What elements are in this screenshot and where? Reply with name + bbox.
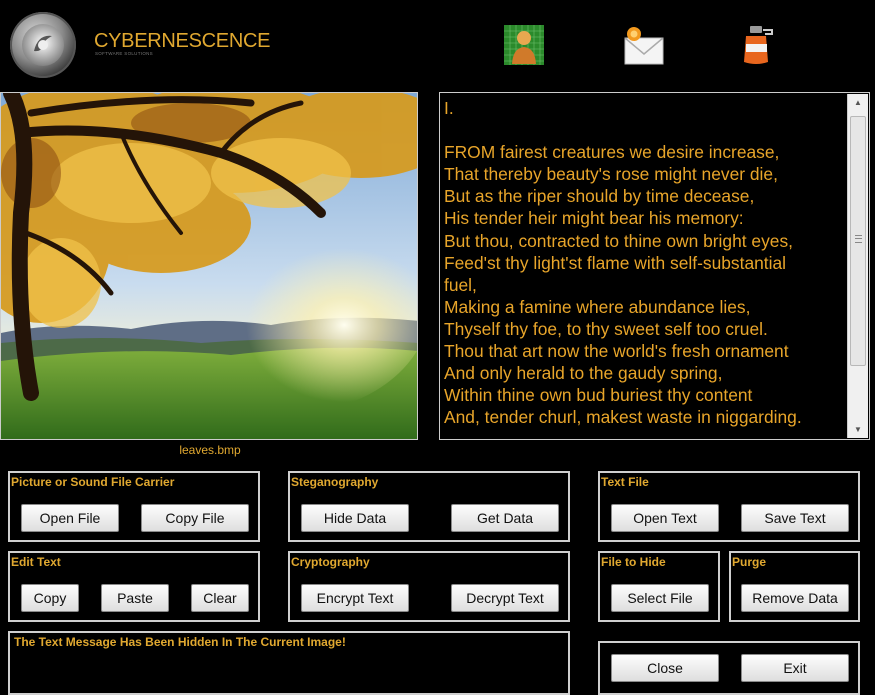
mail-icon[interactable] bbox=[622, 24, 664, 66]
steganography-group: Steganography Hide Data Get Data bbox=[288, 471, 570, 542]
open-file-button[interactable]: Open File bbox=[21, 504, 119, 532]
message-text[interactable]: I. FROM fairest creatures we desire incr… bbox=[444, 97, 848, 428]
close-button[interactable]: Close bbox=[611, 654, 719, 682]
purge-group: Purge Remove Data bbox=[729, 551, 860, 622]
copy-file-button[interactable]: Copy File bbox=[141, 504, 249, 532]
file-to-hide-group-title: File to Hide bbox=[601, 555, 666, 569]
edit-text-group-title: Edit Text bbox=[11, 555, 61, 569]
steganography-group-title: Steganography bbox=[291, 475, 379, 489]
clear-button[interactable]: Clear bbox=[191, 584, 249, 612]
carrier-group: Picture or Sound File Carrier Open File … bbox=[8, 471, 260, 542]
carrier-image bbox=[0, 92, 418, 440]
scroll-down-icon[interactable]: ▼ bbox=[848, 421, 868, 438]
cryptography-group-title: Cryptography bbox=[291, 555, 370, 569]
text-file-group-title: Text File bbox=[601, 475, 649, 489]
message-textarea[interactable]: I. FROM fairest creatures we desire incr… bbox=[439, 92, 870, 440]
brand-name: CYBERNESCENCE bbox=[94, 30, 271, 52]
bottle-icon[interactable] bbox=[735, 24, 777, 66]
select-file-button[interactable]: Select File bbox=[611, 584, 709, 612]
paste-button[interactable]: Paste bbox=[101, 584, 169, 612]
get-data-button[interactable]: Get Data bbox=[451, 504, 559, 532]
status-panel: The Text Message Has Been Hidden In The … bbox=[8, 631, 570, 695]
person-grid-icon[interactable] bbox=[503, 24, 545, 66]
cryptography-group: Cryptography Encrypt Text Decrypt Text bbox=[288, 551, 570, 622]
save-text-button[interactable]: Save Text bbox=[741, 504, 849, 532]
vertical-scrollbar[interactable]: ▲ ▼ bbox=[847, 94, 868, 438]
logo-inner bbox=[22, 24, 64, 66]
carrier-group-title: Picture or Sound File Carrier bbox=[11, 475, 175, 489]
purge-group-title: Purge bbox=[732, 555, 767, 569]
scroll-grip-line bbox=[855, 238, 862, 239]
hide-data-button[interactable]: Hide Data bbox=[301, 504, 409, 532]
logo-swirl-icon bbox=[34, 35, 52, 52]
brand-tagline: SOFTWARE SOLUTIONS bbox=[95, 51, 153, 56]
decrypt-text-button[interactable]: Decrypt Text bbox=[451, 584, 559, 612]
encrypt-text-button[interactable]: Encrypt Text bbox=[301, 584, 409, 612]
edit-text-group: Edit Text Copy Paste Clear bbox=[8, 551, 260, 622]
scroll-up-icon[interactable]: ▲ bbox=[848, 94, 868, 111]
window-controls-group: Close Exit bbox=[598, 641, 860, 695]
exit-button[interactable]: Exit bbox=[741, 654, 849, 682]
autumn-tree-image bbox=[1, 93, 417, 439]
scroll-thumb[interactable] bbox=[850, 116, 866, 366]
status-message: The Text Message Has Been Hidden In The … bbox=[14, 635, 346, 649]
image-filename: leaves.bmp bbox=[179, 443, 241, 457]
remove-data-button[interactable]: Remove Data bbox=[741, 584, 849, 612]
copy-button[interactable]: Copy bbox=[21, 584, 79, 612]
file-to-hide-group: File to Hide Select File bbox=[598, 551, 720, 622]
open-text-button[interactable]: Open Text bbox=[611, 504, 719, 532]
text-file-group: Text File Open Text Save Text bbox=[598, 471, 860, 542]
scroll-grip-icon bbox=[855, 235, 862, 243]
